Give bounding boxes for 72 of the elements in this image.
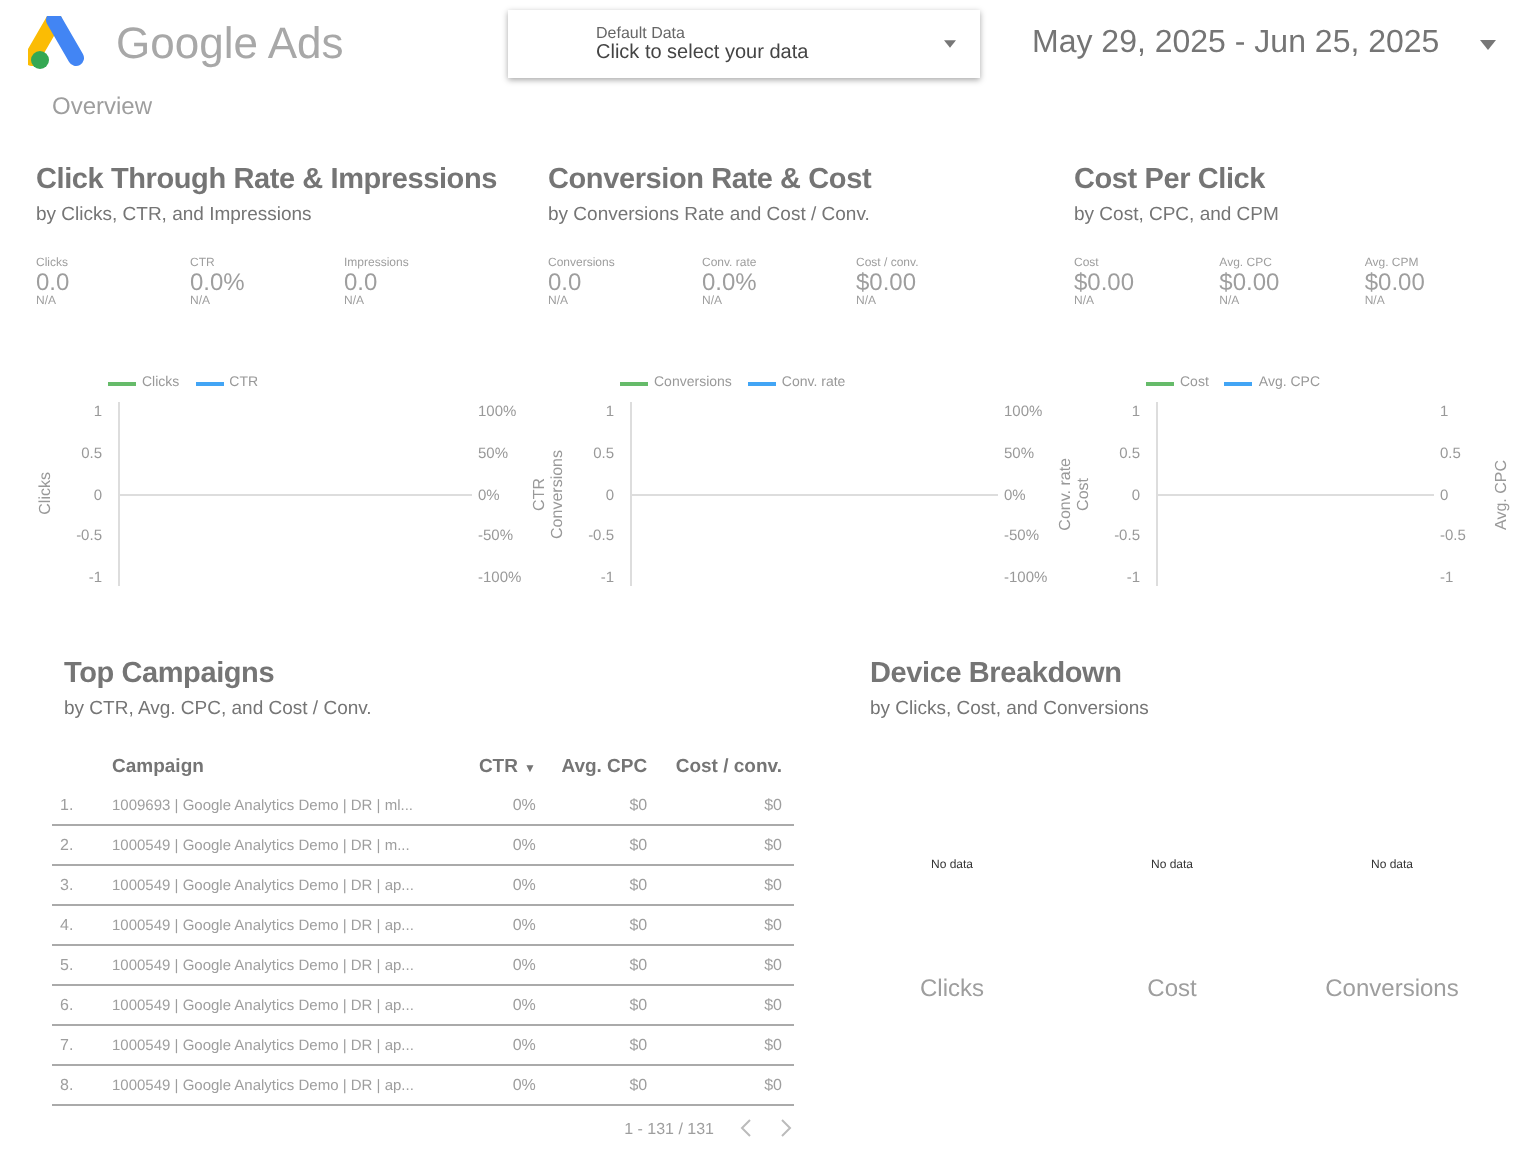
metric-value: $0.00 xyxy=(1219,270,1280,296)
table-cell: 0% xyxy=(469,945,548,985)
section-title: Conversion Rate & Cost xyxy=(548,164,874,196)
chart-label: Conversions xyxy=(1325,974,1459,1002)
metric-value: 0.0 xyxy=(344,270,378,296)
axis-title: Conv. rate xyxy=(1056,457,1074,531)
table-cell: 0% xyxy=(469,825,548,865)
table-cell: 0% xyxy=(469,905,548,945)
row-number: 1. xyxy=(52,786,112,825)
pagination-label: 1 - 131 / 131 xyxy=(624,1119,714,1137)
column-header[interactable]: Avg. CPC xyxy=(547,748,660,786)
chart-label: Clicks xyxy=(920,974,984,1002)
row-number: 6. xyxy=(52,985,112,1025)
axis-title: Avg. CPC xyxy=(1492,459,1510,529)
section-subtitle: by Cost, CPC, and CPM xyxy=(1074,204,1281,226)
section-title: Cost Per Click xyxy=(1074,164,1268,196)
row-number: 4. xyxy=(52,905,112,945)
section-title: Top Campaigns xyxy=(62,658,277,690)
next-page-button[interactable] xyxy=(778,1118,794,1138)
column-header[interactable]: Cost / conv. xyxy=(659,748,794,786)
table-cell: $0 xyxy=(659,1025,794,1065)
table-cell: $0 xyxy=(659,905,794,945)
row-number: 2. xyxy=(52,825,112,865)
section-title: Device Breakdown xyxy=(870,658,1124,690)
row-number: 5. xyxy=(52,945,112,985)
metric-value: $0.00 xyxy=(1074,270,1135,296)
table-cell: $0 xyxy=(547,1065,660,1105)
axis-title: Clicks xyxy=(36,472,54,516)
table-cell: $0 xyxy=(547,985,660,1025)
brand-name: Google Ads xyxy=(116,18,344,70)
table-cell: 0% xyxy=(469,1025,548,1065)
metric-value: $0.00 xyxy=(856,270,917,296)
metric-value: 0.0 xyxy=(548,270,582,296)
table-cell: 0% xyxy=(469,985,548,1025)
date-range-picker[interactable]: May 29, 2025 - Jun 25, 2025 xyxy=(1032,26,1440,62)
section-subtitle: by Conversions Rate and Cost / Conv. xyxy=(548,204,872,226)
row-number: 7. xyxy=(52,1025,112,1065)
table-cell: $0 xyxy=(659,825,794,865)
table-cell: $0 xyxy=(659,865,794,905)
caret-icon xyxy=(1479,39,1496,49)
table-cell: $0 xyxy=(659,985,794,1025)
table-cell: 0% xyxy=(469,865,548,905)
table-cell: 0% xyxy=(469,786,548,825)
section-subtitle: by CTR, Avg. CPC, and Cost / Conv. xyxy=(62,698,374,720)
section-subtitle: by Clicks, CTR, and Impressions xyxy=(36,204,314,226)
section-subtitle: by Clicks, Cost, and Conversions xyxy=(870,698,1151,720)
table-cell: $0 xyxy=(547,786,660,825)
table-cell: $0 xyxy=(547,945,660,985)
previous-page-button[interactable] xyxy=(738,1118,754,1138)
table-cell: $0 xyxy=(659,945,794,985)
table-cell: $0 xyxy=(659,786,794,825)
metric-value: 0.0% xyxy=(190,270,245,296)
data-source-dropdown[interactable]: Default Data Click to select your data xyxy=(508,10,980,78)
table-cell: $0 xyxy=(547,825,660,865)
metric-value: 0.0 xyxy=(36,270,70,296)
axis-title: CTR xyxy=(530,477,548,511)
caret-icon xyxy=(944,40,956,48)
metric-value: 0.0% xyxy=(702,270,757,296)
column-header[interactable]: Campaign xyxy=(112,748,470,786)
table-cell: $0 xyxy=(547,905,660,945)
table-cell: 0% xyxy=(469,1065,548,1105)
table-cell: $0 xyxy=(547,865,660,905)
axis-title: Conversions xyxy=(548,449,566,539)
row-number: 8. xyxy=(52,1065,112,1105)
table-cell: $0 xyxy=(547,1025,660,1065)
row-number: 3. xyxy=(52,865,112,905)
metric-value: $0.00 xyxy=(1364,270,1425,296)
table-cell: $0 xyxy=(659,1065,794,1105)
page-title: Overview xyxy=(50,90,153,120)
axis-title: Cost xyxy=(1074,477,1092,511)
chart-label: Cost xyxy=(1147,974,1197,1002)
section-title: Click Through Rate & Impressions xyxy=(36,164,499,196)
